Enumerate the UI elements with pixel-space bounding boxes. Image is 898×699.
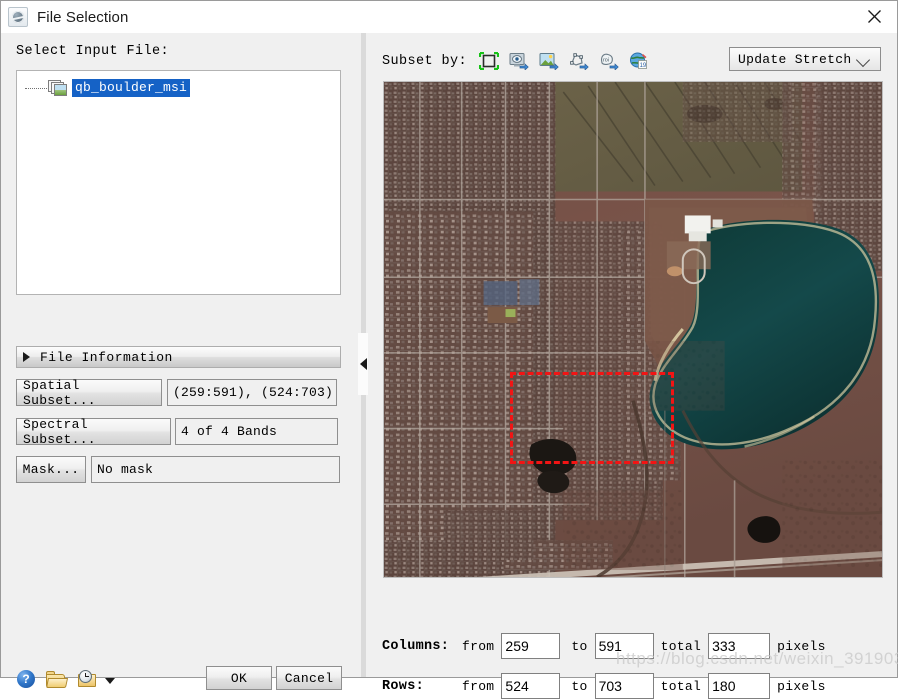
spatial-subset-row: Spatial Subset... (259:591), (524:703)	[16, 378, 337, 408]
window-title: File Selection	[37, 8, 129, 26]
columns-from-input[interactable]: 259	[501, 633, 561, 659]
triangle-left-icon	[359, 358, 367, 370]
mask-value: No mask	[91, 456, 340, 483]
subset-by-box-icon[interactable]	[477, 50, 501, 72]
help-icon[interactable]: ?	[17, 670, 35, 688]
columns-to-label: to	[571, 638, 588, 654]
subset-by-geographic-icon[interactable]: 19	[627, 50, 651, 72]
spatial-subset-selection-box[interactable]	[510, 372, 674, 464]
chevron-down-icon	[855, 52, 871, 68]
subset-by-label: Subset by:	[382, 53, 468, 69]
footer-icon-group: ?	[17, 670, 115, 688]
rows-label: Rows:	[382, 678, 425, 694]
subset-by-image-icon[interactable]	[537, 50, 561, 72]
subset-by-roi-icon[interactable]: roi	[597, 50, 621, 72]
triangle-right-icon	[23, 352, 30, 362]
title-bar: File Selection	[1, 1, 897, 34]
rows-to-label: to	[571, 678, 588, 694]
stretch-dropdown[interactable]: Update Stretch	[729, 47, 881, 71]
tree-item-qb-boulder-msi[interactable]: qb_boulder_msi	[25, 79, 191, 97]
columns-units-label: pixels	[777, 638, 826, 654]
rows-from-label: from	[462, 678, 495, 694]
multi-layer-image-icon	[48, 79, 68, 97]
file-selection-dialog: File Selection Select Input File: qb_bou…	[0, 0, 898, 699]
rows-to-input[interactable]: 703	[594, 673, 654, 699]
chevron-down-icon[interactable]	[105, 678, 115, 684]
spatial-subset-button[interactable]: Spatial Subset...	[16, 378, 162, 408]
file-information-header[interactable]: File Information	[16, 346, 341, 368]
mask-button[interactable]: Mask...	[16, 456, 86, 483]
stretch-dropdown-value: Update Stretch	[738, 51, 852, 67]
columns-total-label: total	[660, 638, 702, 654]
dialog-content: Select Input File: qb_boulder_msi File I…	[1, 33, 897, 699]
spatial-subset-value: (259:591), (524:703)	[167, 379, 337, 406]
columns-total-input[interactable]: 333	[708, 633, 771, 659]
rows-units-label: pixels	[777, 678, 826, 694]
close-button[interactable]	[851, 1, 897, 32]
preview-panel: Subset by: roi 19 Update Stretch Columns…	[369, 33, 897, 699]
cancel-button[interactable]: Cancel	[276, 666, 342, 690]
subset-toolbar: Subset by: roi 19	[382, 49, 657, 73]
input-file-tree[interactable]: qb_boulder_msi	[16, 70, 341, 295]
subset-by-vector-icon[interactable]	[567, 50, 591, 72]
columns-to-input[interactable]: 591	[594, 633, 654, 659]
tree-item-label: qb_boulder_msi	[72, 79, 191, 97]
spectral-subset-row: Spectral Subset... 4 of 4 Bands	[16, 417, 338, 447]
satellite-image	[384, 82, 882, 577]
splitter-collapse-handle[interactable]	[358, 333, 368, 395]
rows-row: Rows: from 524 to 703 total 180 pixels	[382, 673, 826, 699]
select-input-file-label: Select Input File:	[16, 44, 170, 59]
rows-total-label: total	[660, 678, 702, 694]
image-preview[interactable]	[383, 81, 883, 578]
file-information-label: File Information	[40, 349, 173, 365]
mask-row: Mask... No mask	[16, 456, 340, 483]
spectral-subset-button[interactable]: Spectral Subset...	[16, 417, 171, 447]
columns-row: Columns: from 259 to 591 total 333 pixel…	[382, 633, 826, 659]
svg-text:19: 19	[640, 63, 647, 69]
columns-label: Columns:	[382, 638, 450, 654]
subset-by-file-icon[interactable]	[507, 50, 531, 72]
svg-text:roi: roi	[603, 57, 609, 63]
open-folder-icon[interactable]	[45, 670, 69, 688]
rows-from-input[interactable]: 524	[501, 673, 561, 699]
tree-connector-line	[25, 88, 47, 90]
input-file-panel: Select Input File: qb_boulder_msi File I…	[1, 33, 356, 690]
columns-from-label: from	[462, 638, 495, 654]
close-icon	[867, 10, 881, 23]
rows-total-input[interactable]: 180	[708, 673, 771, 699]
spectral-subset-value: 4 of 4 Bands	[175, 418, 338, 445]
panel-splitter[interactable]	[358, 33, 368, 677]
recent-files-icon[interactable]	[78, 670, 99, 688]
envi-app-icon	[8, 7, 28, 27]
ok-button[interactable]: OK	[206, 666, 272, 690]
